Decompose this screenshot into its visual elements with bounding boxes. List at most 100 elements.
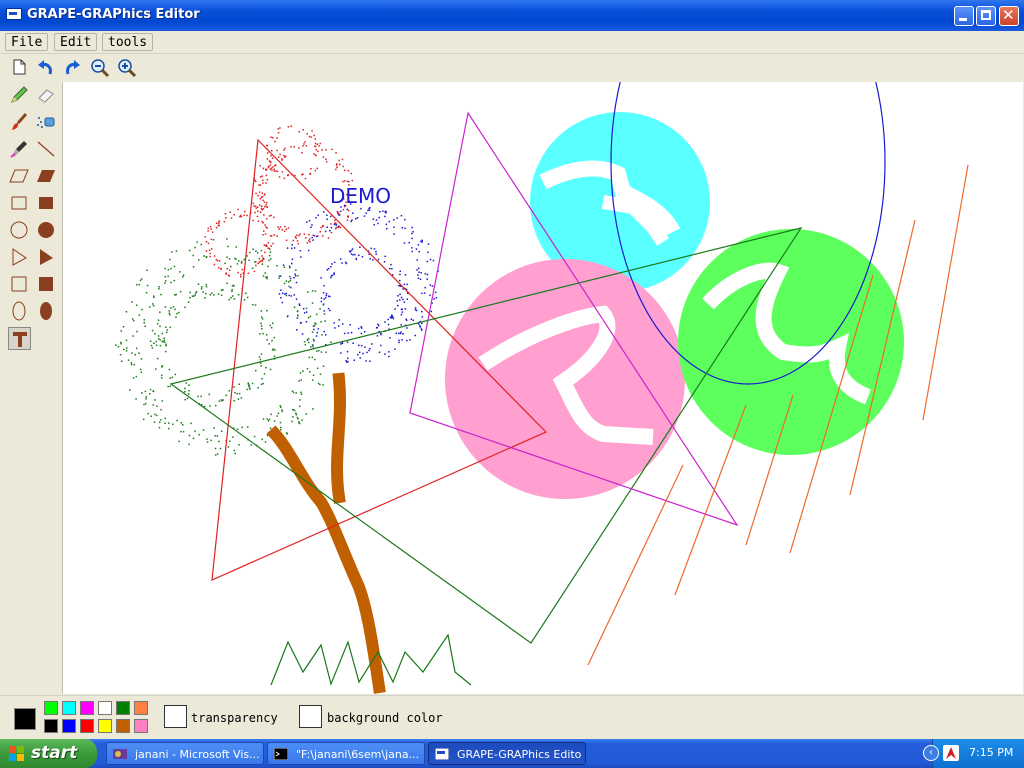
circle-filled-icon <box>38 222 54 238</box>
background-color-label: background color <box>327 711 443 725</box>
taskbar-item-grape-editor[interactable]: GRAPE-GRAPhics Editor <box>428 742 586 765</box>
zoom-out-icon <box>91 59 110 78</box>
color-swatch[interactable] <box>134 701 148 715</box>
line-tool[interactable] <box>35 138 58 161</box>
circle-outline-tool[interactable] <box>8 219 31 242</box>
brush-tool[interactable] <box>8 111 31 134</box>
parallelogram-filled-tool[interactable] <box>35 165 58 188</box>
circle-filled-tool[interactable] <box>35 219 58 242</box>
visual-studio-icon <box>113 749 127 759</box>
square-outline-icon <box>11 276 27 292</box>
parallelogram-outline-icon <box>9 169 29 183</box>
triangle-filled-tool[interactable] <box>35 246 58 269</box>
taskbar-item-visual-studio[interactable]: janani - Microsoft Vis... <box>106 742 264 765</box>
zoom-out-button[interactable] <box>88 56 111 79</box>
brown-brush-stroke <box>266 372 386 694</box>
drawing-canvas[interactable]: DEMO <box>63 82 1023 694</box>
color-picker-icon <box>10 141 27 158</box>
rectangle-outline-icon <box>11 196 27 210</box>
eraser-tool[interactable] <box>35 84 58 107</box>
color-palette-bar: transparency background color <box>0 695 1024 740</box>
circle-outline-icon <box>10 221 28 239</box>
ellipse-outline-tool[interactable] <box>8 300 31 323</box>
color-swatch[interactable] <box>62 701 76 715</box>
color-swatch[interactable] <box>80 701 94 715</box>
color-swatch[interactable] <box>44 701 58 715</box>
rectangle-filled-icon <box>39 197 53 209</box>
color-swatch[interactable] <box>80 719 94 733</box>
rectangle-outline-tool[interactable] <box>8 192 31 215</box>
taskbar-item-label: "F:\janani\6sem\jana... <box>296 748 420 761</box>
text-tool[interactable] <box>8 327 31 350</box>
maximize-button[interactable] <box>976 6 996 26</box>
taskbar: start janani - Microsoft Vis... "F:\jana… <box>0 739 1024 768</box>
parallelogram-outline-tool[interactable] <box>8 165 31 188</box>
windows-logo-icon <box>9 746 24 761</box>
close-icon: ✕ <box>1002 6 1015 24</box>
spray-icon <box>37 117 55 128</box>
ellipse-filled-icon <box>40 302 52 320</box>
redo-icon <box>66 60 80 75</box>
new-file-icon <box>13 59 26 75</box>
line-icon <box>37 141 55 157</box>
app-window-icon <box>435 748 449 760</box>
triangle-outline-icon <box>12 248 27 266</box>
color-swatch[interactable] <box>116 701 130 715</box>
color-swatch[interactable] <box>62 719 76 733</box>
ellipse-outline-icon <box>12 301 26 321</box>
spray-tool[interactable] <box>35 111 58 134</box>
new-file-button[interactable] <box>8 56 31 79</box>
rectangle-filled-tool[interactable] <box>35 192 58 215</box>
spray-paint-strokes <box>115 125 439 456</box>
pencil-tool[interactable] <box>8 84 31 107</box>
minimize-icon <box>959 18 967 21</box>
ellipse-filled-tool[interactable] <box>35 300 58 323</box>
undo-button[interactable] <box>33 56 56 79</box>
close-button[interactable]: ✕ <box>999 6 1019 26</box>
color-picker-tool[interactable] <box>8 138 31 161</box>
menu-edit[interactable]: Edit <box>54 33 98 51</box>
transparency-checkbox[interactable] <box>164 705 187 728</box>
window-title: GRAPE-GRAPhics Editor <box>27 7 200 22</box>
show-hidden-icons-arrow-icon[interactable]: ‹ <box>923 745 939 761</box>
zoom-in-icon <box>118 59 137 78</box>
color-swatch[interactable] <box>134 719 148 733</box>
triangle-outline-tool[interactable] <box>8 246 31 269</box>
system-tray: ‹ 7:15 PM <box>923 739 1024 768</box>
current-color[interactable] <box>14 708 36 730</box>
undo-icon <box>38 60 52 75</box>
zoom-in-button[interactable] <box>115 56 138 79</box>
pencil-icon <box>11 86 28 103</box>
start-button[interactable]: start <box>0 739 97 768</box>
square-filled-icon <box>39 277 53 291</box>
background-color-checkbox[interactable] <box>299 705 322 728</box>
menu-file[interactable]: File <box>5 33 49 51</box>
antivirus-tray-icon[interactable] <box>943 745 959 761</box>
parallelogram-filled-icon <box>37 170 55 182</box>
square-outline-tool[interactable] <box>8 273 31 296</box>
color-swatch[interactable] <box>98 719 112 733</box>
redo-button[interactable] <box>61 56 84 79</box>
color-swatch[interactable] <box>44 719 58 733</box>
toolbar <box>0 54 1024 81</box>
eraser-icon <box>38 89 54 104</box>
taskbar-item-label: GRAPE-GRAPhics Editor <box>457 748 581 761</box>
canvas-drawing: DEMO <box>115 82 969 694</box>
square-filled-tool[interactable] <box>35 273 58 296</box>
app-icon <box>6 8 22 20</box>
tool-palette <box>0 82 63 694</box>
taskbar-item-label: janani - Microsoft Vis... <box>135 748 259 761</box>
title-bar: GRAPE-GRAPhics Editor ✕ <box>0 0 1024 31</box>
text-icon <box>13 332 27 347</box>
demo-text: DEMO <box>330 184 391 208</box>
minimize-button[interactable] <box>954 6 974 26</box>
maximize-icon <box>981 10 991 20</box>
clock: 7:15 PM <box>969 746 1014 759</box>
color-swatch[interactable] <box>98 701 112 715</box>
transparency-label: transparency <box>191 711 278 725</box>
menu-tools[interactable]: tools <box>102 33 154 51</box>
taskbar-item-command-prompt[interactable]: "F:\janani\6sem\jana... <box>267 742 425 765</box>
menu-bar: File Edit tools <box>0 31 1024 54</box>
triangle-filled-icon <box>40 249 53 265</box>
color-swatch[interactable] <box>116 719 130 733</box>
